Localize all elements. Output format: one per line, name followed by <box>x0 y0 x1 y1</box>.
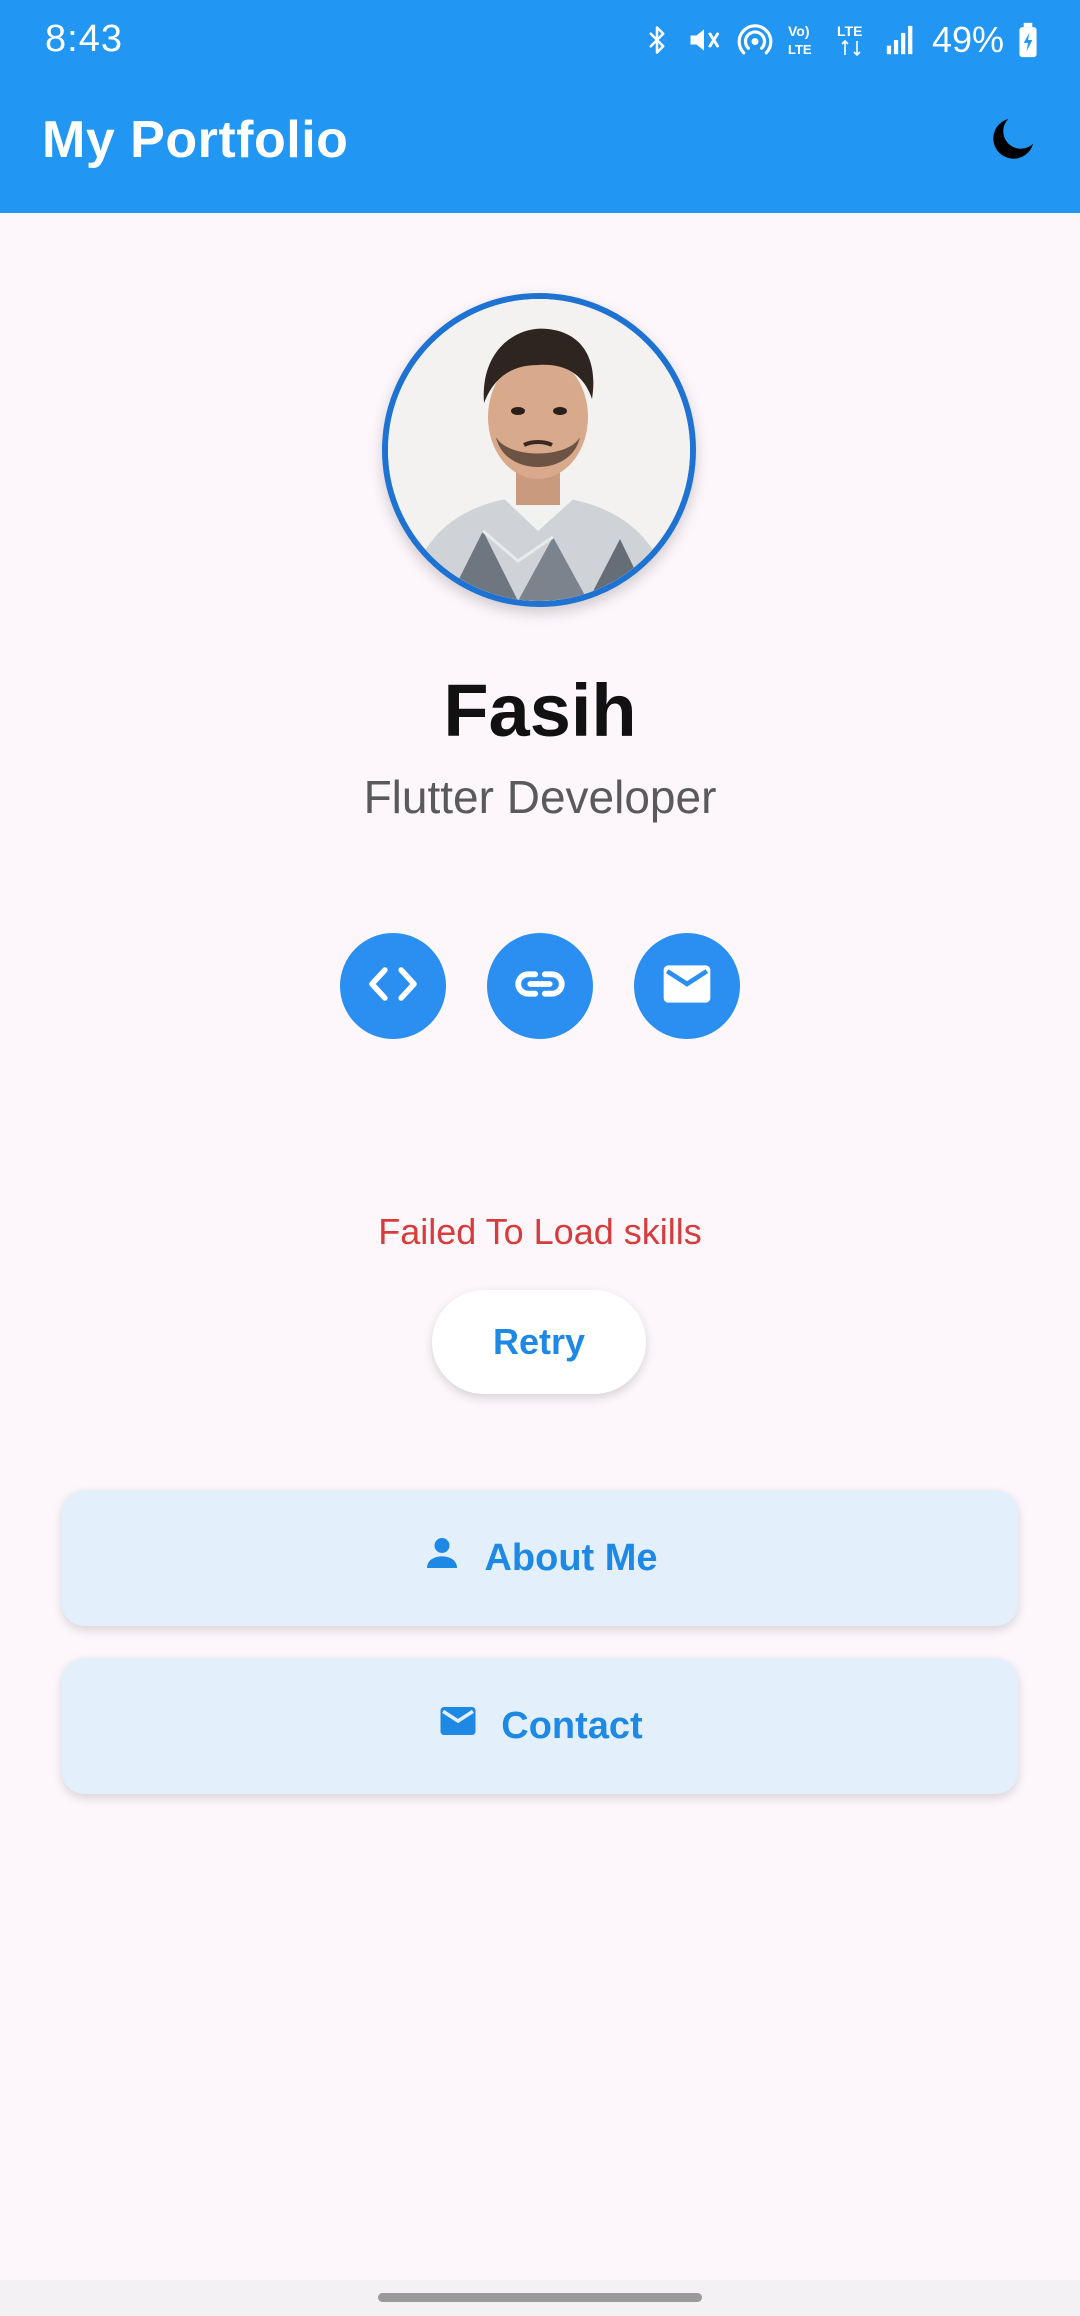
code-icon <box>365 956 421 1017</box>
app-title: My Portfolio <box>42 111 349 169</box>
status-time: 8:43 <box>45 18 123 60</box>
svg-text:Vo): Vo) <box>788 23 810 39</box>
hotspot-icon <box>736 21 774 59</box>
about-me-button[interactable]: About Me <box>62 1490 1018 1626</box>
link-icon <box>511 955 569 1018</box>
moon-icon <box>987 111 1041 170</box>
battery-percent: 49% <box>931 19 1004 60</box>
mail-icon <box>437 1700 479 1752</box>
profile-name: Fasih <box>443 669 637 752</box>
bluetooth-icon <box>642 22 672 58</box>
contact-label: Contact <box>501 1704 643 1747</box>
mute-icon <box>686 22 722 58</box>
home-indicator[interactable] <box>378 2293 702 2302</box>
email-link-button[interactable] <box>634 933 740 1039</box>
contact-button[interactable]: Contact <box>62 1658 1018 1794</box>
profile-avatar <box>382 293 696 607</box>
theme-toggle-button[interactable] <box>984 110 1044 170</box>
retry-button[interactable]: Retry <box>432 1290 646 1394</box>
svg-text:LTE: LTE <box>837 23 862 39</box>
volte-icon: Vo) LTE <box>788 21 822 59</box>
status-icons: Vo) LTE LTE 49% <box>642 14 1038 66</box>
person-icon <box>422 1533 462 1583</box>
about-me-label: About Me <box>484 1536 658 1579</box>
svg-text:LTE: LTE <box>788 42 812 57</box>
lte-icon: LTE <box>836 21 870 59</box>
mail-icon <box>659 956 715 1017</box>
battery-icon <box>1018 22 1038 58</box>
profile-photo <box>388 299 690 601</box>
signal-icon <box>884 23 918 57</box>
link-button[interactable] <box>487 933 593 1039</box>
profile-role: Flutter Developer <box>363 771 717 823</box>
app-bar: 8:43 Vo) LTE LTE 49% My Portfolio <box>0 0 1080 213</box>
skills-error-message: Failed To Load skills <box>378 1211 702 1252</box>
code-link-button[interactable] <box>340 933 446 1039</box>
